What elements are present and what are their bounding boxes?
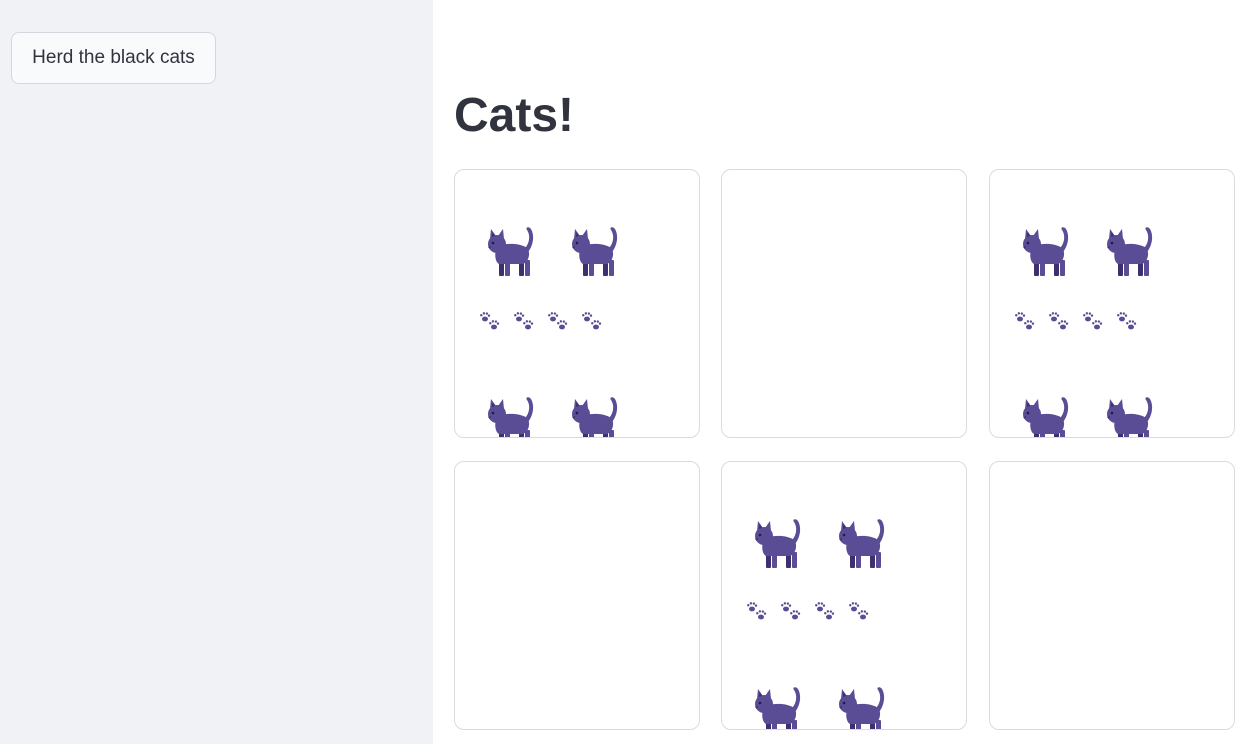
paw-prints-icon <box>479 310 605 334</box>
cat-icon <box>572 397 618 437</box>
cat-icon <box>1107 397 1153 437</box>
cat-card-1 <box>454 169 700 438</box>
sidebar: Herd the black cats <box>0 0 433 744</box>
cat-icon <box>755 687 801 729</box>
empty-card-6 <box>989 461 1235 730</box>
cat-icon <box>488 397 534 437</box>
paw-prints-icon <box>746 600 872 624</box>
cat-icon <box>839 519 885 568</box>
cat-card-3 <box>989 169 1235 438</box>
paw-prints-icon <box>1014 310 1140 334</box>
cat-icon <box>1107 227 1153 276</box>
app-window: Herd the black cats Cats! <box>0 0 1242 744</box>
cat-icon <box>1023 227 1069 276</box>
cat-icon <box>572 227 618 276</box>
cat-card-5 <box>721 461 967 730</box>
main-content: Cats! <box>433 0 1242 744</box>
cat-icon <box>488 227 534 276</box>
cat-icon <box>839 687 885 729</box>
cat-icon <box>755 519 801 568</box>
empty-card-2 <box>721 169 967 438</box>
herd-black-cats-button[interactable]: Herd the black cats <box>11 32 216 84</box>
page-title: Cats! <box>454 89 575 142</box>
cat-icon <box>1023 397 1069 437</box>
empty-card-4 <box>454 461 700 730</box>
